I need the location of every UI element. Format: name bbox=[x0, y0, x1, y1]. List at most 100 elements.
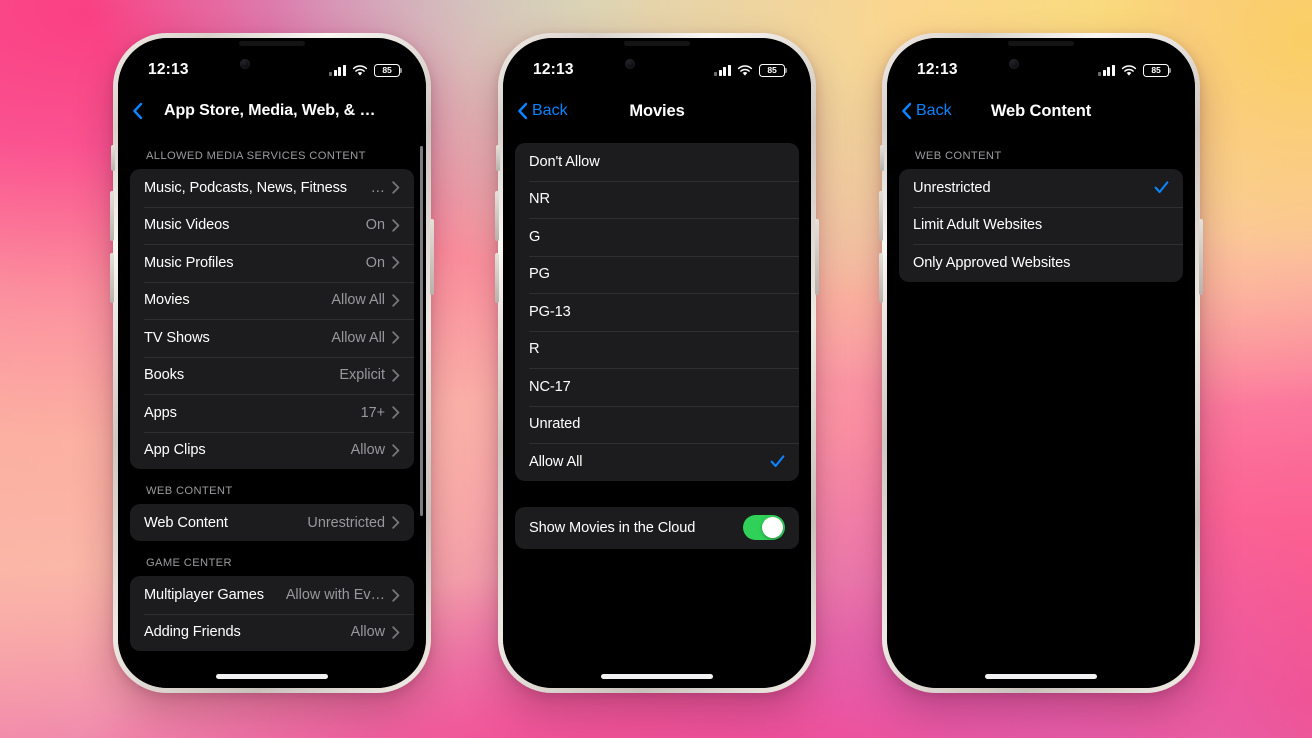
mute-switch-button[interactable] bbox=[496, 145, 500, 171]
option-label: NC-17 bbox=[529, 378, 571, 395]
back-button-label: Back bbox=[532, 102, 568, 119]
battery-level-label: 85 bbox=[1151, 64, 1161, 75]
option-unrated[interactable]: Unrated bbox=[515, 405, 799, 444]
option-label: Unrestricted bbox=[913, 179, 991, 196]
status-bar-indicators: 85 bbox=[1098, 63, 1172, 77]
dynamic-island bbox=[982, 48, 1100, 79]
row-web-content[interactable]: Web Content Unrestricted bbox=[130, 504, 414, 541]
option-g[interactable]: G bbox=[515, 218, 799, 256]
volume-up-button[interactable] bbox=[495, 191, 499, 241]
row-tv-shows[interactable]: TV Shows Allow All bbox=[130, 319, 414, 357]
iphone-device-2: 12:13 85 Back Movies Don't Allow NR G PG… bbox=[495, 33, 819, 693]
option-unrestricted[interactable]: Unrestricted bbox=[899, 169, 1183, 207]
power-button[interactable] bbox=[1199, 219, 1203, 295]
wifi-icon bbox=[1121, 64, 1137, 76]
row-books[interactable]: Books Explicit bbox=[130, 356, 414, 395]
web-content-card: Web Content Unrestricted bbox=[130, 504, 414, 542]
row-value: On bbox=[365, 254, 385, 271]
option-pg[interactable]: PG bbox=[515, 255, 799, 294]
row-value: Allow bbox=[350, 624, 385, 641]
screen-3: 12:13 85 Back Web Content WEB CONTENT Un… bbox=[887, 38, 1195, 688]
chevron-left-icon bbox=[901, 102, 912, 120]
row-value: Allow with Ev… bbox=[285, 587, 385, 604]
row-label: TV Shows bbox=[144, 329, 210, 346]
home-indicator[interactable] bbox=[601, 674, 713, 679]
row-multiplayer-games[interactable]: Multiplayer Games Allow with Ev… bbox=[130, 576, 414, 613]
wifi-icon bbox=[737, 64, 753, 76]
section-header-web-content: WEB CONTENT bbox=[915, 150, 1002, 162]
option-nc-17[interactable]: NC-17 bbox=[515, 368, 799, 406]
row-music-profiles[interactable]: Music Profiles On bbox=[130, 244, 414, 282]
option-nr[interactable]: NR bbox=[515, 180, 799, 219]
row-label: Multiplayer Games bbox=[144, 587, 264, 604]
volume-up-button[interactable] bbox=[110, 191, 114, 241]
row-show-movies-in-the-cloud[interactable]: Show Movies in the Cloud bbox=[515, 507, 799, 549]
earpiece-speaker-icon bbox=[624, 41, 690, 46]
mute-switch-button[interactable] bbox=[880, 145, 884, 171]
row-music-podcasts-news-fitness[interactable]: Music, Podcasts, News, Fitness … bbox=[130, 169, 414, 207]
row-adding-friends[interactable]: Adding Friends Allow bbox=[130, 613, 414, 651]
battery-icon: 85 bbox=[1143, 63, 1172, 77]
volume-down-button[interactable] bbox=[879, 253, 883, 303]
row-value: Explicit bbox=[339, 367, 385, 384]
option-r[interactable]: R bbox=[515, 330, 799, 369]
volume-down-button[interactable] bbox=[110, 253, 114, 303]
option-only-approved-websites[interactable]: Only Approved Websites bbox=[899, 244, 1183, 282]
movies-rating-list[interactable]: Don't Allow NR G PG PG-13 R NC-17 Unrate… bbox=[503, 134, 811, 688]
volume-down-button[interactable] bbox=[495, 253, 499, 303]
status-bar-time: 12:13 bbox=[148, 61, 189, 78]
row-value: Allow bbox=[350, 442, 385, 459]
row-label: Apps bbox=[144, 404, 177, 421]
power-button[interactable] bbox=[430, 219, 434, 295]
front-camera-icon bbox=[625, 59, 635, 69]
chevron-right-icon bbox=[392, 331, 400, 344]
option-allow-all[interactable]: Allow All bbox=[515, 443, 799, 481]
row-value: Allow All bbox=[331, 292, 385, 309]
home-indicator[interactable] bbox=[985, 674, 1097, 679]
settings-list-1[interactable]: ALLOWED MEDIA SERVICES CONTENT Music, Po… bbox=[118, 134, 426, 688]
row-music-videos[interactable]: Music Videos On bbox=[130, 206, 414, 245]
option-label: PG-13 bbox=[529, 303, 571, 320]
dynamic-island bbox=[598, 48, 716, 79]
mute-switch-button[interactable] bbox=[111, 145, 115, 171]
chevron-right-icon bbox=[392, 406, 400, 419]
navigation-bar-3: Back Web Content bbox=[887, 88, 1195, 134]
vertical-scrollbar[interactable] bbox=[420, 146, 423, 516]
home-indicator[interactable] bbox=[216, 674, 328, 679]
option-label: Only Approved Websites bbox=[913, 254, 1071, 271]
device-bezel-1: 12:13 85 App Store, Media, Web, & Games … bbox=[118, 38, 426, 688]
status-bar-indicators: 85 bbox=[714, 63, 788, 77]
show-movies-cloud-card: Show Movies in the Cloud bbox=[515, 506, 799, 549]
row-movies[interactable]: Movies Allow All bbox=[130, 281, 414, 320]
chevron-right-icon bbox=[392, 256, 400, 269]
front-camera-icon bbox=[240, 59, 250, 69]
row-label: Music, Podcasts, News, Fitness bbox=[144, 179, 347, 196]
back-button[interactable]: Back bbox=[901, 102, 952, 120]
device-bezel-3: 12:13 85 Back Web Content WEB CONTENT Un… bbox=[887, 38, 1195, 688]
battery-level-label: 85 bbox=[382, 64, 392, 75]
volume-up-button[interactable] bbox=[879, 191, 883, 241]
chevron-right-icon bbox=[392, 516, 400, 529]
cellular-signal-icon bbox=[714, 64, 731, 76]
row-label: Music Videos bbox=[144, 217, 230, 234]
row-label: Movies bbox=[144, 292, 190, 309]
chevron-right-icon bbox=[392, 626, 400, 639]
section-header-allowed-media: ALLOWED MEDIA SERVICES CONTENT bbox=[146, 150, 366, 162]
row-value: Unrestricted bbox=[307, 514, 385, 531]
row-value: On bbox=[365, 217, 385, 234]
earpiece-speaker-icon bbox=[239, 41, 305, 46]
row-app-clips[interactable]: App Clips Allow bbox=[130, 431, 414, 470]
row-apps[interactable]: Apps 17+ bbox=[130, 394, 414, 432]
option-limit-adult-websites[interactable]: Limit Adult Websites bbox=[899, 206, 1183, 245]
front-camera-icon bbox=[1009, 59, 1019, 69]
option-pg-13[interactable]: PG-13 bbox=[515, 293, 799, 331]
web-content-options-list[interactable]: WEB CONTENT Unrestricted Limit Adult Web… bbox=[887, 134, 1195, 688]
row-value: 17+ bbox=[360, 404, 385, 421]
chevron-right-icon bbox=[392, 219, 400, 232]
back-button[interactable]: Back bbox=[517, 102, 568, 120]
power-button[interactable] bbox=[815, 219, 819, 295]
show-movies-in-cloud-toggle[interactable] bbox=[743, 515, 785, 540]
chevron-left-icon bbox=[517, 102, 528, 120]
back-button[interactable] bbox=[132, 102, 147, 120]
option-dont-allow[interactable]: Don't Allow bbox=[515, 143, 799, 181]
